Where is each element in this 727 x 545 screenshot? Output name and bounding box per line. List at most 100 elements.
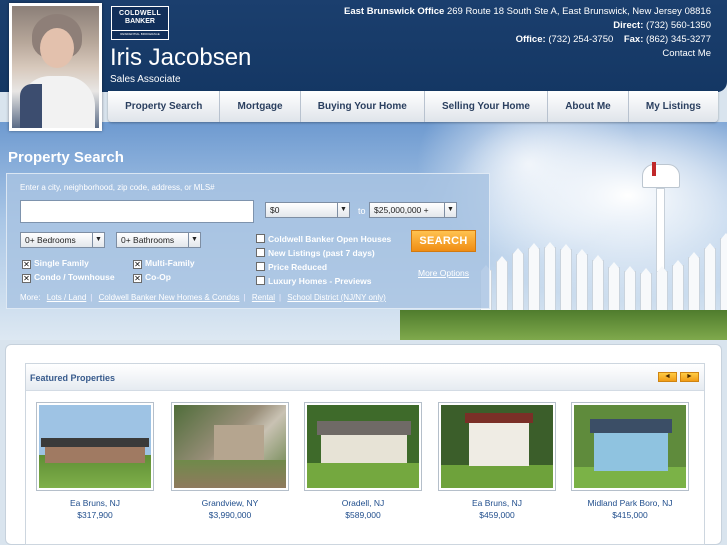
type-label: Co-Op (145, 272, 171, 282)
property-search-title: Property Search (8, 149, 124, 166)
house-photo (39, 405, 151, 488)
checkbox-empty-icon (256, 248, 265, 257)
nav-my-listings[interactable]: My Listings (629, 91, 718, 122)
type-co-op-checkbox[interactable]: ✕ Co-Op (133, 271, 171, 283)
coldwell-banker-logo[interactable]: COLDWELL BANKER RESIDENTIAL BROKERAGE (111, 6, 169, 40)
direct-phone: (732) 560-1350 (646, 20, 711, 31)
chevron-down-icon: ▼ (92, 233, 104, 247)
photo-roof (465, 413, 533, 423)
price-min-select[interactable]: $0 ▼ (265, 202, 350, 218)
link-new-homes-condos[interactable]: Coldwell Banker New Homes & Condos (99, 293, 240, 302)
property-thumbnail[interactable] (571, 402, 689, 491)
property-card[interactable]: Ea Bruns, NJ $459,000 (438, 402, 556, 520)
checkbox-empty-icon (256, 262, 265, 271)
property-thumbnail[interactable] (171, 402, 289, 491)
property-location[interactable]: Ea Bruns, NJ (36, 498, 154, 508)
office-phone: (732) 254-3750 (548, 34, 614, 45)
price-max-select[interactable]: $25,000,000 + ▼ (369, 202, 457, 218)
price-to-label: to (358, 206, 366, 216)
property-price[interactable]: $589,000 (304, 510, 422, 520)
house-photo (174, 405, 286, 488)
photo-house (45, 445, 145, 463)
property-location[interactable]: Midland Park Boro, NJ (571, 498, 689, 508)
logo-line-3: RESIDENTIAL BROKERAGE (112, 30, 168, 36)
fax-label: Fax: (623, 34, 644, 45)
property-card[interactable]: Ea Bruns, NJ $317,900 (36, 402, 154, 520)
nav-buying-your-home[interactable]: Buying Your Home (301, 91, 425, 122)
link-separator: | (278, 293, 282, 302)
contact-me-link[interactable]: Contact Me (344, 47, 711, 61)
featured-header: Featured Properties ◄ ► (26, 364, 704, 391)
link-school-district[interactable]: School District (NJ/NY only) (287, 293, 386, 302)
photo-face (40, 28, 74, 68)
search-button[interactable]: SEARCH (411, 230, 476, 252)
property-card[interactable]: Midland Park Boro, NJ $415,000 (571, 402, 689, 520)
agent-photo-image (12, 6, 99, 128)
checkbox-checked-icon: ✕ (22, 260, 31, 269)
property-thumbnail[interactable] (36, 402, 154, 491)
nav-selling-your-home[interactable]: Selling Your Home (425, 91, 549, 122)
property-location[interactable]: Oradell, NJ (304, 498, 422, 508)
grass-image (400, 310, 727, 340)
chevron-down-icon: ▼ (444, 203, 456, 217)
checkbox-checked-icon: ✕ (22, 274, 31, 283)
checkbox-checked-icon: ✕ (133, 260, 142, 269)
property-price[interactable]: $3,990,000 (171, 510, 289, 520)
office-phone-label: Office: (515, 34, 546, 45)
agent-name: Iris Jacobsen (110, 44, 252, 71)
house-photo (307, 405, 419, 488)
type-label: Multi-Family (145, 258, 195, 268)
agent-photo (9, 3, 102, 131)
carousel-prev-button[interactable]: ◄ (658, 372, 677, 382)
filter-label: Luxury Homes - Previews (268, 276, 372, 286)
nav-mortgage[interactable]: Mortgage (220, 91, 301, 122)
type-label: Condo / Townhouse (34, 272, 115, 282)
agent-title: Sales Associate (110, 74, 181, 85)
type-single-family-checkbox[interactable]: ✕ Single Family (22, 257, 89, 269)
filter-luxury-homes-checkbox[interactable]: Luxury Homes - Previews (256, 275, 371, 287)
contact-block: East Brunswick Office 269 Route 18 South… (344, 5, 711, 61)
property-price[interactable]: $317,900 (36, 510, 154, 520)
type-multi-family-checkbox[interactable]: ✕ Multi-Family (133, 257, 195, 269)
filter-price-reduced-checkbox[interactable]: Price Reduced (256, 261, 327, 273)
photo-house (469, 421, 529, 466)
logo-line-1: COLDWELL (118, 10, 162, 17)
office-label: East Brunswick Office (344, 6, 445, 17)
property-thumbnail[interactable] (304, 402, 422, 491)
featured-properties-box: Featured Properties ◄ ► Ea Bruns, NJ $31… (25, 363, 705, 545)
property-thumbnail[interactable] (438, 402, 556, 491)
photo-roof (317, 421, 411, 435)
checkbox-checked-icon: ✕ (133, 274, 142, 283)
nav-property-search[interactable]: Property Search (108, 91, 221, 122)
bathrooms-select[interactable]: 0+ Bathrooms ▼ (116, 232, 201, 248)
property-card[interactable]: Oradell, NJ $589,000 (304, 402, 422, 520)
link-rental[interactable]: Rental (252, 293, 275, 302)
photo-house (321, 433, 407, 463)
checkbox-empty-icon (256, 234, 265, 243)
property-location[interactable]: Ea Bruns, NJ (438, 498, 556, 508)
filter-label: Price Reduced (268, 262, 328, 272)
arrow-left-icon: ◄ (664, 373, 671, 380)
direct-label: Direct: (613, 20, 644, 31)
property-price[interactable]: $415,000 (571, 510, 689, 520)
bedrooms-select[interactable]: 0+ Bedrooms ▼ (20, 232, 105, 248)
location-search-input[interactable] (20, 200, 254, 223)
filter-new-listings-checkbox[interactable]: New Listings (past 7 days) (256, 247, 375, 259)
main-nav: Property Search Mortgage Buying Your Hom… (108, 91, 718, 122)
property-location[interactable]: Grandview, NY (171, 498, 289, 508)
link-separator: | (243, 293, 246, 302)
carousel-next-button[interactable]: ► (680, 372, 699, 382)
nav-about-me[interactable]: About Me (548, 91, 629, 122)
more-links: More: Lots / Land | Coldwell Banker New H… (20, 293, 390, 302)
link-separator: | (90, 293, 93, 302)
type-condo-townhouse-checkbox[interactable]: ✕ Condo / Townhouse (22, 271, 115, 283)
more-options-link[interactable]: More Options (418, 268, 469, 278)
photo-roof (41, 438, 149, 447)
link-lots-land[interactable]: Lots / Land (47, 293, 87, 302)
property-price[interactable]: $459,000 (438, 510, 556, 520)
filter-open-houses-checkbox[interactable]: Coldwell Banker Open Houses (256, 233, 391, 245)
photo-garden (174, 460, 286, 488)
property-card[interactable]: Grandview, NY $3,990,000 (171, 402, 289, 520)
chevron-down-icon: ▼ (188, 233, 200, 247)
chevron-down-icon: ▼ (337, 203, 349, 217)
